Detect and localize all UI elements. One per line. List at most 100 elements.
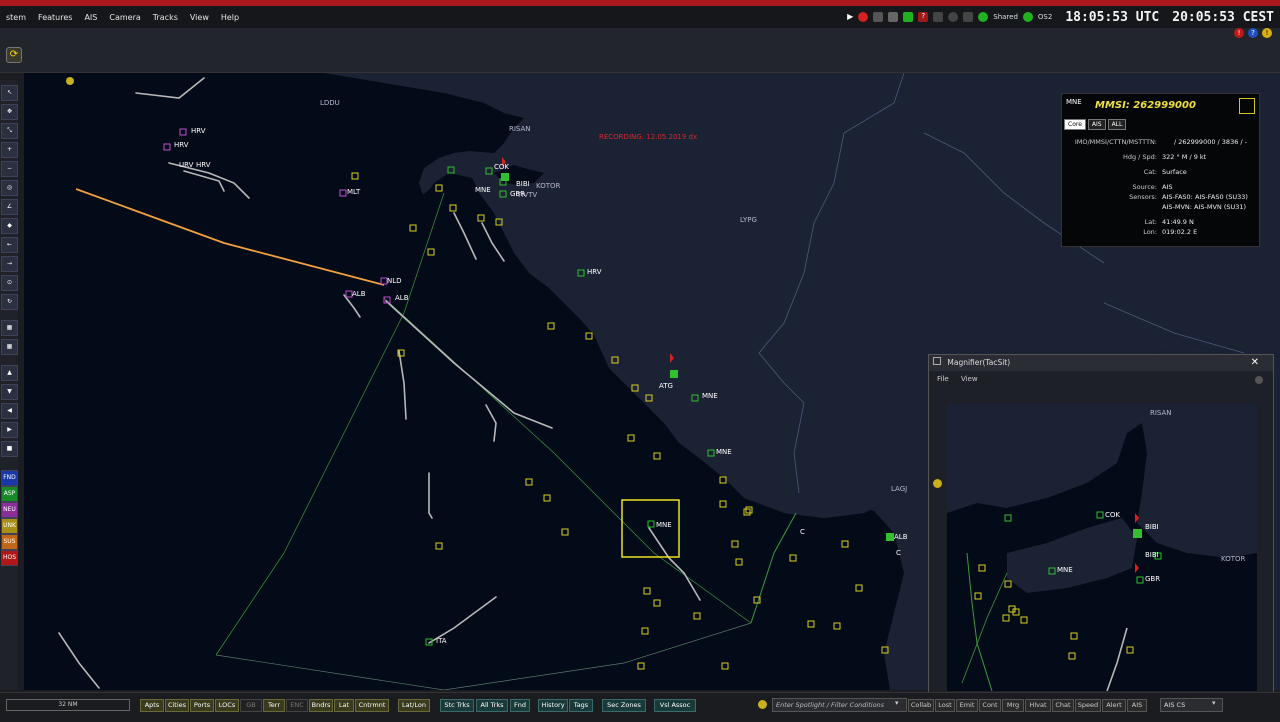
record-icon[interactable] [858, 12, 869, 22]
layer-lat-button[interactable]: Lat [334, 699, 354, 712]
layer-locs-button[interactable]: LOCs [215, 699, 239, 712]
identity-asp-button[interactable]: ASP [1, 486, 18, 502]
refresh-button[interactable]: ⟳ [6, 47, 22, 63]
layer-down-icon[interactable]: ▼ [1, 384, 18, 400]
mrg-button[interactable]: Mrg [1002, 699, 1024, 712]
menu-ais[interactable]: AIS [78, 13, 103, 22]
arrow-right-icon[interactable]: → [1, 256, 18, 272]
sec-zones-button[interactable]: Sec Zones [602, 699, 646, 712]
layer-ports-button[interactable]: Ports [190, 699, 214, 712]
fnd-button[interactable]: Fnd [510, 699, 530, 712]
lat-lon-button[interactable]: Lat/Lon [398, 699, 430, 712]
static-tracks-button[interactable]: Stc Trks [440, 699, 474, 712]
mag-track-label[interactable]: BIBI [1145, 523, 1159, 531]
identity-hos-button[interactable]: HOS [1, 550, 18, 566]
menu-system[interactable]: stem [0, 13, 32, 22]
identity-neu-button[interactable]: NEU [1, 502, 18, 518]
track-label[interactable]: C [896, 549, 901, 557]
track-label[interactable]: ATG [659, 382, 673, 390]
magnifier-settings-icon[interactable] [1255, 376, 1263, 384]
track-label[interactable]: MNE [716, 448, 732, 456]
bearing-icon[interactable]: ∠ [1, 199, 18, 215]
moon-icon[interactable] [948, 12, 959, 22]
menu-view[interactable]: View [184, 13, 215, 22]
menu-tracks[interactable]: Tracks [147, 13, 184, 22]
track-label[interactable]: ALB [894, 533, 908, 541]
track-label[interactable]: MLT [347, 188, 360, 196]
track-label[interactable]: NLD [387, 277, 402, 285]
chevron-down-icon[interactable]: ▾ [1212, 699, 1216, 707]
identity-sus-button[interactable]: SUS [1, 534, 18, 550]
lost-button[interactable]: Lost [935, 699, 955, 712]
alert-button[interactable]: Alert [1102, 699, 1126, 712]
magnifier-map[interactable]: RISAN COK MNE BIBI BIBI GBR KOTOR [947, 403, 1257, 691]
connection-icon[interactable] [903, 12, 914, 22]
speed-button[interactable]: Speed [1075, 699, 1101, 712]
error-icon[interactable]: ! [1234, 28, 1244, 38]
track-label[interactable]: ITA [436, 637, 447, 645]
layer-mid-icon[interactable]: ■ [1, 441, 18, 457]
pan-tool-icon[interactable]: ✥ [1, 104, 18, 120]
track-label[interactable]: MNE [702, 392, 718, 400]
track-label[interactable]: ALB [395, 294, 409, 302]
warning-icon[interactable]: ! [1262, 28, 1272, 38]
mag-track-label[interactable]: MNE [1057, 566, 1073, 574]
track-label[interactable]: MNE [475, 186, 491, 194]
rotate-icon[interactable]: ↻ [1, 294, 18, 310]
magnifier-title-bar[interactable]: Magnifier(TacSit) ✕ [929, 355, 1273, 371]
track-label[interactable]: HRV [196, 161, 211, 169]
zoom-in-icon[interactable]: + [1, 142, 18, 158]
filter-input[interactable]: Enter Spotlight / Filter Conditions [772, 698, 907, 712]
history-button[interactable]: History [538, 699, 568, 712]
info-icon[interactable]: ? [1248, 28, 1258, 38]
tab-all[interactable]: ALL [1107, 119, 1127, 130]
menu-features[interactable]: Features [32, 13, 78, 22]
identity-fnd-button[interactable]: FND [1, 470, 18, 486]
layer-apts-button[interactable]: Apts [140, 699, 164, 712]
close-icon[interactable]: ✕ [1251, 355, 1259, 371]
alert-icon[interactable] [873, 12, 884, 22]
track-label[interactable]: GBR [510, 190, 525, 198]
track-label[interactable]: COK [494, 163, 509, 171]
layer-gb-button[interactable]: GB [240, 699, 262, 712]
notification-icon[interactable] [963, 12, 974, 22]
layer-up-icon[interactable]: ▲ [1, 365, 18, 381]
collab-button[interactable]: Collab [908, 699, 934, 712]
all-tracks-button[interactable]: All Trks [476, 699, 508, 712]
group-alt-icon[interactable]: ▦ [1, 339, 18, 355]
group-icon[interactable]: ▦ [1, 320, 18, 336]
magnifier-menu-file[interactable]: File [937, 375, 949, 383]
tab-ais[interactable]: AIS [1087, 119, 1106, 130]
play-icon[interactable]: ▶ [847, 12, 853, 22]
layer-bndrs-button[interactable]: Bndrs [309, 699, 333, 712]
range-ring-icon[interactable]: ◎ [1, 180, 18, 196]
identity-unk-button[interactable]: UNK [1, 518, 18, 534]
emit-button[interactable]: Emit [956, 699, 978, 712]
layer-cntrmnt-button[interactable]: Cntrmnt [355, 699, 389, 712]
help-icon[interactable]: ? [918, 12, 929, 22]
mag-track-label[interactable]: GBR [1145, 575, 1160, 583]
layer-left-icon[interactable]: ◀ [1, 403, 18, 419]
ais-button[interactable]: AIS [1127, 699, 1147, 712]
filter-icon[interactable] [888, 12, 899, 22]
select-tool-icon[interactable]: ↖ [1, 85, 18, 101]
track-icon[interactable]: ◆ [1, 218, 18, 234]
layer-cities-button[interactable]: Cities [165, 699, 189, 712]
layer-terr-button[interactable]: Terr [263, 699, 285, 712]
layer-enc-button[interactable]: ENC [286, 699, 308, 712]
mag-track-label[interactable]: BIBI [1145, 551, 1159, 559]
menu-camera[interactable]: Camera [103, 13, 146, 22]
spotlight-icon[interactable] [758, 700, 767, 709]
cont-button[interactable]: Cont [979, 699, 1001, 712]
chat-button[interactable]: Chat [1052, 699, 1074, 712]
arrow-left-icon[interactable]: ← [1, 237, 18, 253]
menu-help[interactable]: Help [215, 13, 245, 22]
track-label[interactable]: HRV [174, 141, 189, 149]
tags-button[interactable]: Tags [569, 699, 593, 712]
track-label[interactable]: MNE [656, 521, 672, 529]
tab-core[interactable]: Core [1064, 119, 1086, 130]
mag-track-label[interactable]: COK [1105, 511, 1120, 519]
track-label[interactable]: C [800, 528, 805, 536]
center-icon[interactable]: ⊙ [1, 275, 18, 291]
track-label[interactable]: URV [179, 161, 193, 169]
